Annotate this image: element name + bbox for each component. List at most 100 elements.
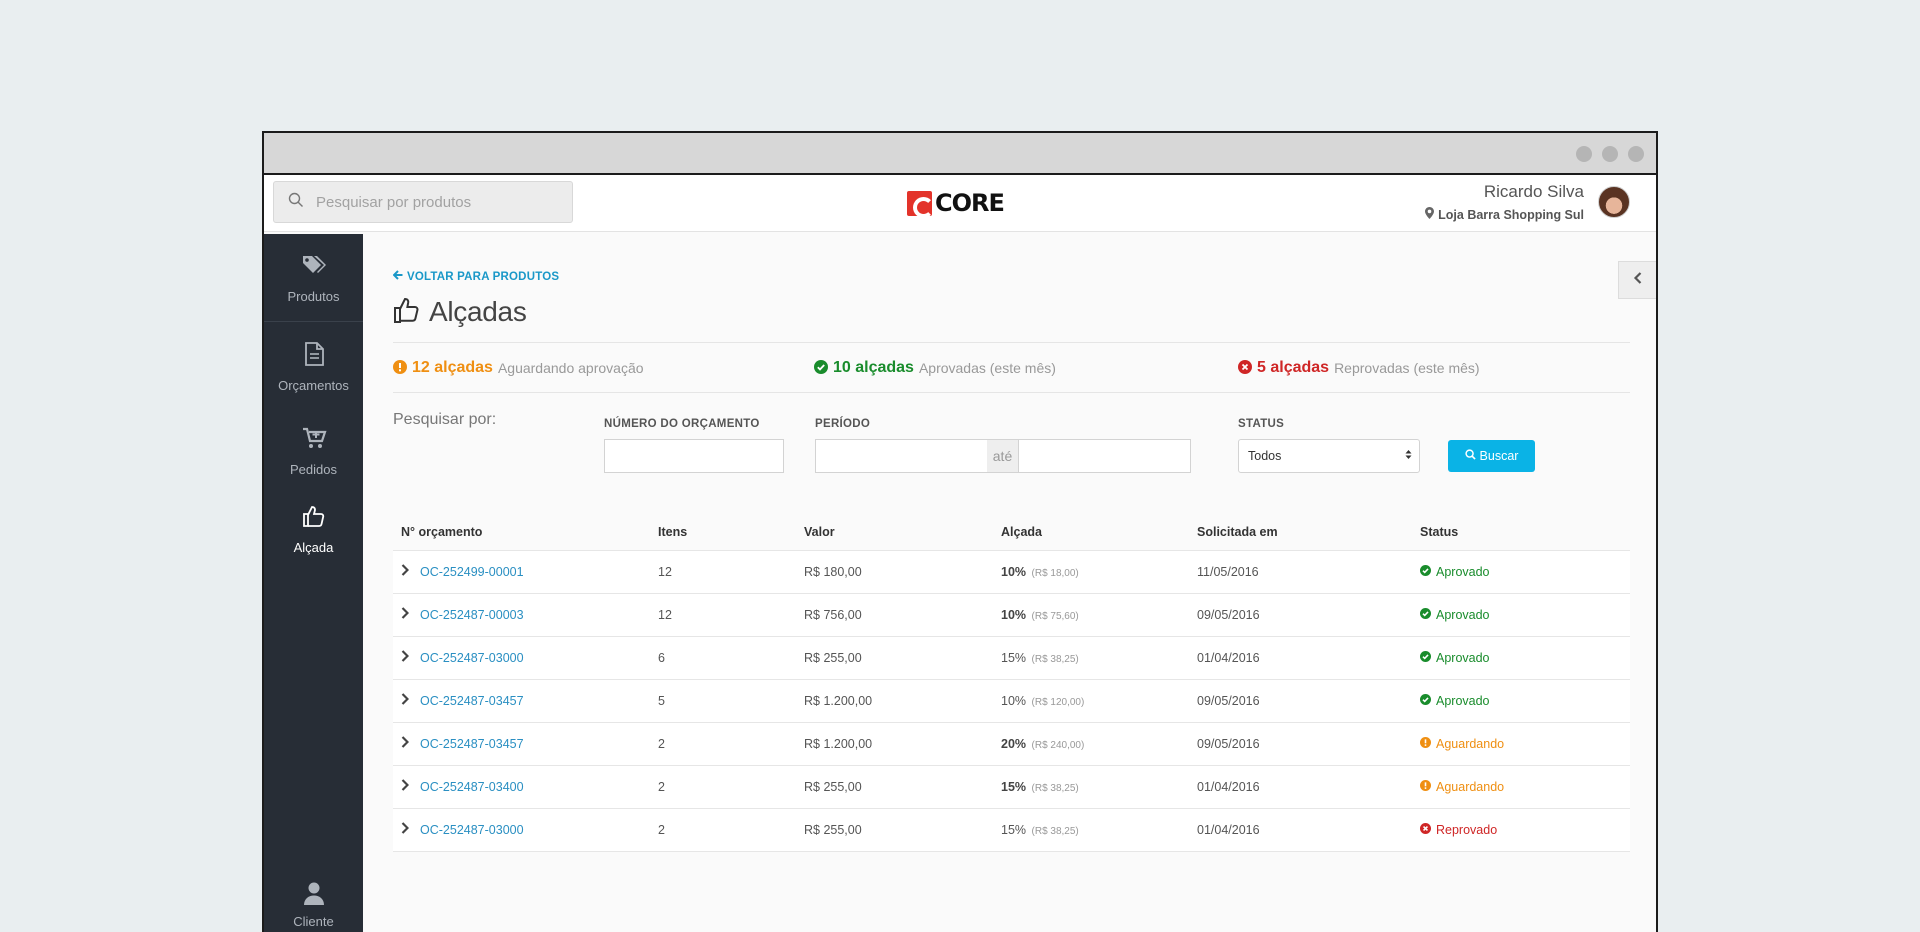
cell-status: Aprovado (1420, 636, 1630, 679)
window-control-dot[interactable] (1628, 146, 1644, 162)
cell-status: Reprovado (1420, 808, 1630, 851)
stat-pending: 12 alçadas Aguardando aprovação (393, 359, 644, 377)
orcamento-link[interactable]: OC-252487-03457 (420, 694, 524, 708)
orcamento-link[interactable]: OC-252487-03457 (420, 737, 524, 751)
stat-pending-label: Aguardando aprovação (497, 360, 644, 376)
sidebar-item-pedidos[interactable]: Pedidos (264, 412, 363, 490)
cell-valor: R$ 756,00 (804, 607, 862, 622)
chevron-left-icon (1633, 271, 1643, 289)
cell-solicitada: 01/04/2016 (1197, 822, 1260, 837)
col-header-itens[interactable]: Itens (658, 508, 804, 550)
col-header-status[interactable]: Status (1420, 508, 1630, 550)
user-icon (303, 881, 325, 908)
exclamation-circle-icon (1420, 736, 1431, 751)
chevron-right-icon[interactable] (401, 822, 410, 837)
cell-valor: R$ 1.200,00 (804, 693, 873, 708)
alcada-amount: (R$ 38,25) (1031, 825, 1079, 837)
periodo-separator: até (987, 439, 1018, 473)
map-marker-icon (1425, 207, 1435, 222)
app-window: CORE Ricardo Silva Loja Barra Shopping S… (262, 131, 1658, 932)
core-logo[interactable]: CORE (907, 189, 1005, 218)
check-circle-icon (1420, 607, 1431, 622)
numero-orcamento-input[interactable] (604, 439, 784, 473)
cell-itens: 2 (658, 779, 665, 794)
numero-label: NÚMERO DO ORÇAMENTO (604, 418, 760, 430)
table-row[interactable]: OC-252487-03457 2 R$ 1.200,00 20% (R$ 240,0… (393, 722, 1630, 765)
orcamento-link[interactable]: OC-252499-00001 (420, 565, 524, 579)
alcada-amount: (R$ 75,60) (1031, 610, 1079, 622)
alcada-percent: 15% (1001, 650, 1027, 665)
alcada-amount: (R$ 240,00) (1031, 739, 1085, 751)
check-circle-icon (1420, 650, 1431, 665)
top-header: CORE Ricardo Silva Loja Barra Shopping S… (264, 175, 1656, 232)
main-content: VOLTAR PARA PRODUTOS Alçadas 12 alçadas … (392, 234, 1630, 852)
table-row[interactable]: OC-252487-00003 12 R$ 756,00 10% (R$ 75,60)… (393, 593, 1630, 636)
chevron-right-icon[interactable] (401, 736, 410, 751)
periodo-to-input[interactable] (1018, 439, 1191, 473)
cell-valor: R$ 180,00 (804, 564, 862, 579)
table-row[interactable]: OC-252487-03457 5 R$ 1.200,00 10% (R$ 120,0… (393, 679, 1630, 722)
cell-numero: OC-252487-03000 (393, 808, 658, 851)
orcamento-link[interactable]: OC-252487-03000 (420, 651, 524, 665)
product-search[interactable] (273, 181, 573, 223)
cell-itens: 2 (658, 822, 665, 837)
orcamento-link[interactable]: OC-252487-03000 (420, 823, 524, 837)
check-circle-icon (1420, 564, 1431, 579)
col-header-solicitada[interactable]: Solicitada em (1197, 508, 1420, 550)
periodo-label: PERÍODO (815, 418, 871, 430)
search-input[interactable] (316, 193, 556, 211)
stat-approved-count: 10 alçadas (833, 359, 914, 376)
chevron-right-icon[interactable] (401, 650, 410, 665)
chevron-right-icon[interactable] (401, 564, 410, 579)
table-row[interactable]: OC-252487-03400 2 R$ 255,00 15% (R$ 38,25) 0… (393, 765, 1630, 808)
back-to-products-link[interactable]: VOLTAR PARA PRODUTOS (392, 270, 1630, 283)
table-row[interactable]: OC-252487-03000 6 R$ 255,00 15% (R$ 38,25) 0… (393, 636, 1630, 679)
sidebar-item-label: Cliente (293, 914, 334, 929)
cell-valor: R$ 255,00 (804, 779, 862, 794)
table-row[interactable]: OC-252487-03000 2 R$ 255,00 15% (R$ 38,25) 0… (393, 808, 1630, 851)
avatar[interactable] (1598, 186, 1630, 218)
cell-solicitada: 09/05/2016 (1197, 693, 1260, 708)
col-header-valor[interactable]: Valor (804, 508, 1001, 550)
sidebar-item-alcada[interactable]: Alçada (264, 490, 363, 568)
tags-icon (301, 252, 327, 281)
orcamento-link[interactable]: OC-252487-03400 (420, 780, 524, 794)
table-body: OC-252499-00001 12 R$ 180,00 10% (R$ 18,00)… (393, 550, 1630, 851)
cell-solicitada: 01/04/2016 (1197, 650, 1260, 665)
col-header-numero[interactable]: N° orçamento (393, 508, 658, 550)
document-icon (301, 341, 327, 370)
store-name: Loja Barra Shopping Sul (1438, 207, 1584, 222)
sidebar-item-cliente[interactable]: Cliente (264, 869, 363, 932)
times-circle-icon (1420, 822, 1431, 837)
alcada-amount: (R$ 38,25) (1031, 653, 1079, 665)
search-button[interactable]: Buscar (1448, 440, 1535, 472)
alcada-amount: (R$ 38,25) (1031, 782, 1079, 794)
window-control-dot[interactable] (1576, 146, 1592, 162)
cell-alcada: 10% (R$ 18,00) (1001, 550, 1197, 593)
chevron-right-icon[interactable] (401, 607, 410, 622)
orcamento-link[interactable]: OC-252487-00003 (420, 608, 524, 622)
table-row[interactable]: OC-252499-00001 12 R$ 180,00 10% (R$ 18,00)… (393, 550, 1630, 593)
periodo-from-input[interactable] (815, 439, 988, 473)
col-header-alcada[interactable]: Alçada (1001, 508, 1197, 550)
back-link-label: VOLTAR PARA PRODUTOS (407, 270, 560, 283)
select-arrows-icon (1405, 449, 1412, 463)
user-store: Loja Barra Shopping Sul (1425, 207, 1584, 222)
stats-bar: 12 alçadas Aguardando aprovação 10 alçad… (393, 342, 1630, 393)
cell-alcada: 10% (R$ 75,60) (1001, 593, 1197, 636)
sidebar-item-produtos[interactable]: Produtos (264, 234, 363, 322)
sidebar-item-label: Pedidos (290, 462, 337, 477)
filter-title: Pesquisar por: (393, 411, 497, 428)
chevron-right-icon[interactable] (401, 693, 410, 708)
cell-solicitada: 11/05/2016 (1197, 564, 1259, 579)
chevron-right-icon[interactable] (401, 779, 410, 794)
cell-itens: 2 (658, 736, 665, 751)
status-select[interactable]: Todos (1238, 439, 1420, 473)
cart-icon (301, 425, 327, 454)
window-control-dot[interactable] (1602, 146, 1618, 162)
stat-approved: 10 alçadas Aprovadas (este mês) (814, 359, 1056, 377)
alcada-percent: 10% (1001, 564, 1027, 579)
cell-numero: OC-252487-00003 (393, 593, 658, 636)
sidebar-item-orcamentos[interactable]: Orçamentos (264, 322, 363, 412)
user-name: Ricardo Silva (1483, 182, 1584, 201)
